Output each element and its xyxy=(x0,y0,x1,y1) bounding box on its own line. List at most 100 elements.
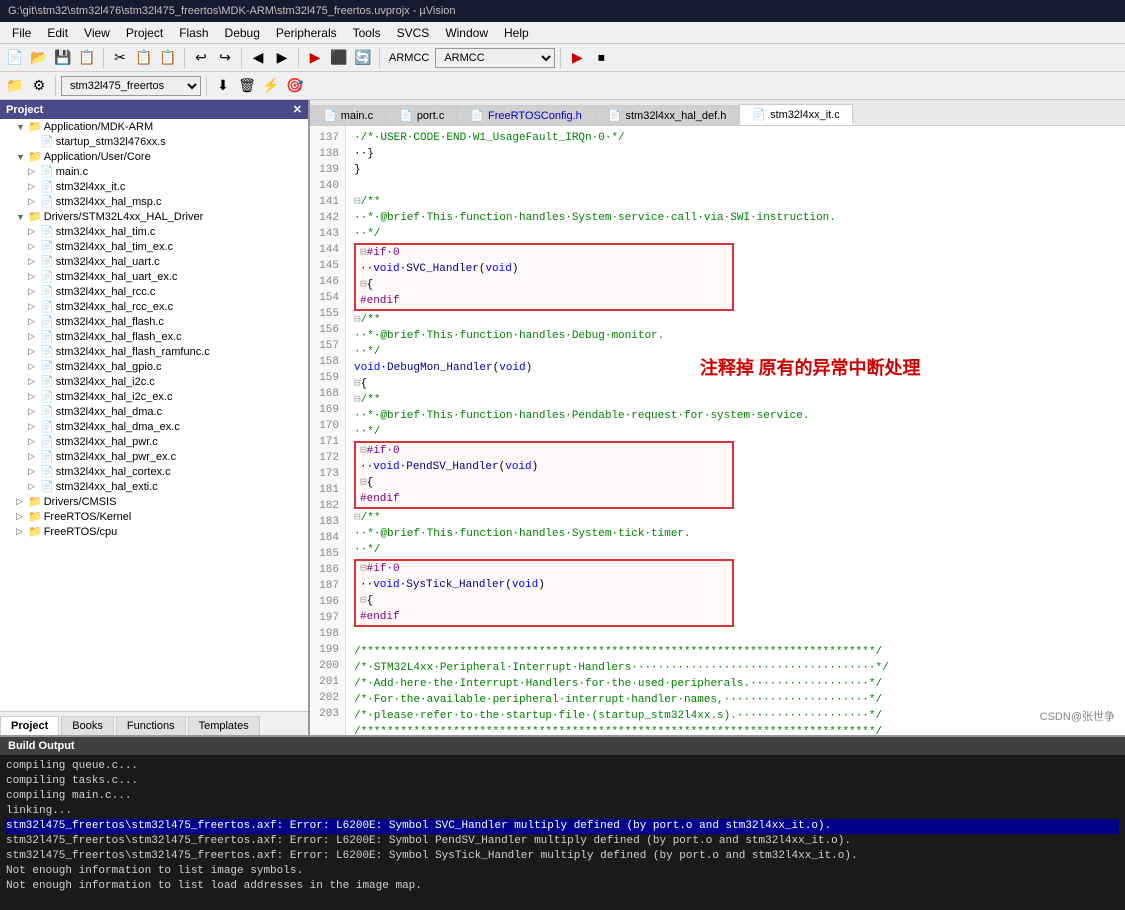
build-output-header: Build Output xyxy=(0,737,1125,755)
tree-file-flash-ex[interactable]: ▷ 📄 stm32l4xx_hal_flash_ex.c xyxy=(0,329,308,344)
tree-file-rcc-ex[interactable]: ▷ 📄 stm32l4xx_hal_rcc_ex.c xyxy=(0,299,308,314)
code-line-203: /***************************************… xyxy=(354,724,1117,735)
tree-label: stm32l4xx_hal_gpio.c xyxy=(56,361,162,373)
tree-file-pwr-ex[interactable]: ▷ 📄 stm32l4xx_hal_pwr_ex.c xyxy=(0,449,308,464)
paste-btn[interactable]: 📋 xyxy=(157,47,179,69)
menu-file[interactable]: File xyxy=(4,24,39,42)
rebuild-btn[interactable]: 🔄 xyxy=(352,47,374,69)
save-all-btn[interactable]: 📋 xyxy=(76,47,98,69)
code-line-201: /*·For·the·available·peripheral·interrup… xyxy=(354,692,1117,708)
tree-folder-user[interactable]: ▼ 📁 Application/User/Core xyxy=(0,149,308,164)
nav-back-btn[interactable]: ◀ xyxy=(247,47,269,69)
menu-project[interactable]: Project xyxy=(118,24,171,42)
code-line-197 xyxy=(354,628,1117,644)
build-output-content[interactable]: compiling queue.c... compiling tasks.c..… xyxy=(0,755,1125,908)
tree-file-i2c[interactable]: ▷ 📄 stm32l4xx_hal_i2c.c xyxy=(0,374,308,389)
expand-icon: ▷ xyxy=(28,241,38,252)
tree-label: stm32l4xx_hal_i2c.c xyxy=(56,376,155,388)
tree-file-dma-ex[interactable]: ▷ 📄 stm32l4xx_hal_dma_ex.c xyxy=(0,419,308,434)
tree-folder-hal[interactable]: ▼ 📁 Drivers/STM32L4xx_HAL_Driver xyxy=(0,209,308,224)
debug-stop-btn[interactable]: ⏹ xyxy=(590,47,612,69)
expand-icon: ▼ xyxy=(16,212,26,222)
flash-options-btn[interactable]: ⚡ xyxy=(260,75,282,97)
file-tab-icon: 📄 xyxy=(323,109,337,122)
target-btn[interactable]: 🎯 xyxy=(284,75,306,97)
tree-label: stm32l4xx_hal_pwr.c xyxy=(56,436,158,448)
debug-start-btn[interactable]: ▶ xyxy=(566,47,588,69)
tree-file-pwr[interactable]: ▷ 📄 stm32l4xx_hal_pwr.c xyxy=(0,434,308,449)
tree-file-rcc[interactable]: ▷ 📄 stm32l4xx_hal_rcc.c xyxy=(0,284,308,299)
folder-icon: 📁 xyxy=(28,495,42,508)
tree-folder-cmsis[interactable]: ▷ 📁 Drivers/CMSIS xyxy=(0,494,308,509)
menu-flash[interactable]: Flash xyxy=(171,24,216,42)
armcc-combo[interactable]: ARMCC xyxy=(435,48,555,68)
menu-debug[interactable]: Debug xyxy=(217,24,268,42)
menu-peripherals[interactable]: Peripherals xyxy=(268,24,345,42)
code-line-145: ··void·SVC_Handler(void) xyxy=(360,261,728,277)
menu-window[interactable]: Window xyxy=(437,24,496,42)
tab-books[interactable]: Books xyxy=(61,716,114,735)
expand-icon: ▷ xyxy=(28,451,38,462)
tree-label: stm32l4xx_hal_exti.c xyxy=(56,481,158,493)
expand-icon: ▷ xyxy=(28,481,38,492)
code-line-185: ⊟#if·0 xyxy=(360,561,728,577)
red-box-2: ⊟#if·0 ··void·PendSV_Handler(void) ⊟{ #e… xyxy=(354,441,734,509)
cut-btn[interactable]: ✂ xyxy=(109,47,131,69)
tree-file-gpio[interactable]: ▷ 📄 stm32l4xx_hal_gpio.c xyxy=(0,359,308,374)
tab-hal-def[interactable]: 📄 stm32l4xx_hal_def.h xyxy=(595,105,740,125)
build-btn[interactable]: ▶ xyxy=(304,47,326,69)
target-combo[interactable]: stm32l475_freertos xyxy=(61,76,201,96)
nav-fwd-btn[interactable]: ▶ xyxy=(271,47,293,69)
menu-edit[interactable]: Edit xyxy=(39,24,76,42)
open-btn[interactable]: 📂 xyxy=(28,47,50,69)
menu-help[interactable]: Help xyxy=(496,24,537,42)
tree-file-tim[interactable]: ▷ 📄 stm32l4xx_hal_tim.c xyxy=(0,224,308,239)
options-btn[interactable]: ⚙ xyxy=(28,75,50,97)
tree-file-it[interactable]: ▷ 📄 stm32l4xx_it.c xyxy=(0,179,308,194)
file-tab-icon: 📄 xyxy=(399,109,413,122)
flash-erase-btn[interactable]: 🗑 xyxy=(236,75,258,97)
project-close-icon[interactable]: ✕ xyxy=(293,103,302,116)
tab-main-c[interactable]: 📄 main.c xyxy=(310,105,386,125)
flash-download-btn[interactable]: ⬇ xyxy=(212,75,234,97)
tree-file-dma[interactable]: ▷ 📄 stm32l4xx_hal_dma.c xyxy=(0,404,308,419)
menu-tools[interactable]: Tools xyxy=(345,24,389,42)
tree-file-cortex[interactable]: ▷ 📄 stm32l4xx_hal_cortex.c xyxy=(0,464,308,479)
tree-file-main[interactable]: ▷ 📄 main.c xyxy=(0,164,308,179)
stop-btn[interactable]: ⬛ xyxy=(328,47,350,69)
tree-file-msp[interactable]: ▷ 📄 stm32l4xx_hal_msp.c xyxy=(0,194,308,209)
tree-file-flash-ram[interactable]: ▷ 📄 stm32l4xx_hal_flash_ramfunc.c xyxy=(0,344,308,359)
menu-view[interactable]: View xyxy=(76,24,118,42)
code-line-140 xyxy=(354,178,1117,194)
tab-templates[interactable]: Templates xyxy=(188,716,260,735)
project-btn[interactable]: 📁 xyxy=(4,75,26,97)
tree-file-uart[interactable]: ▷ 📄 stm32l4xx_hal_uart.c xyxy=(0,254,308,269)
tab-port-c[interactable]: 📄 port.c xyxy=(386,105,457,125)
tree-file-i2c-ex[interactable]: ▷ 📄 stm32l4xx_hal_i2c_ex.c xyxy=(0,389,308,404)
save-btn[interactable]: 💾 xyxy=(52,47,74,69)
tab-it-c[interactable]: 📄 stm32l4xx_it.c xyxy=(739,104,852,125)
tree-folder-freertos-kernel[interactable]: ▷ 📁 FreeRTOS/Kernel xyxy=(0,509,308,524)
tree-folder-freertos-cpu[interactable]: ▷ 📁 FreeRTOS/cpu xyxy=(0,524,308,539)
tree-file-flash[interactable]: ▷ 📄 stm32l4xx_hal_flash.c xyxy=(0,314,308,329)
redo-btn[interactable]: ↪ xyxy=(214,47,236,69)
tab-freertos-config[interactable]: 📄 FreeRTOSConfig.h xyxy=(457,105,594,125)
new-btn[interactable]: 📄 xyxy=(4,47,26,69)
file-icon: 📄 xyxy=(40,300,54,313)
copy-btn[interactable]: 📋 xyxy=(133,47,155,69)
expand-icon: ▷ xyxy=(28,391,38,402)
tree-file-startup[interactable]: 📄 startup_stm32l476xx.s xyxy=(0,134,308,149)
tab-project[interactable]: Project xyxy=(0,716,59,735)
undo-btn[interactable]: ↩ xyxy=(190,47,212,69)
menu-svcs[interactable]: SVCS xyxy=(389,24,438,42)
tree-file-tim-ex[interactable]: ▷ 📄 stm32l4xx_hal_tim_ex.c xyxy=(0,239,308,254)
title-text: G:\git\stm32\stm32l476\stm32l475_freerto… xyxy=(8,5,456,17)
code-editor[interactable]: 137 138 139 140 141 142 143 144 145 146 … xyxy=(310,126,1125,735)
tab-functions[interactable]: Functions xyxy=(116,716,186,735)
tree-file-exti[interactable]: ▷ 📄 stm32l4xx_hal_exti.c xyxy=(0,479,308,494)
tree-file-uart-ex[interactable]: ▷ 📄 stm32l4xx_hal_uart_ex.c xyxy=(0,269,308,284)
code-line-196: #endif xyxy=(360,609,728,625)
tree-folder-mdk[interactable]: ▼ 📁 Application/MDK-ARM xyxy=(0,119,308,134)
file-tab-label: stm32l4xx_hal_def.h xyxy=(625,110,726,122)
code-text[interactable]: ·/*·USER·CODE·END·W1_UsageFault_IRQn·0·*… xyxy=(346,126,1125,735)
